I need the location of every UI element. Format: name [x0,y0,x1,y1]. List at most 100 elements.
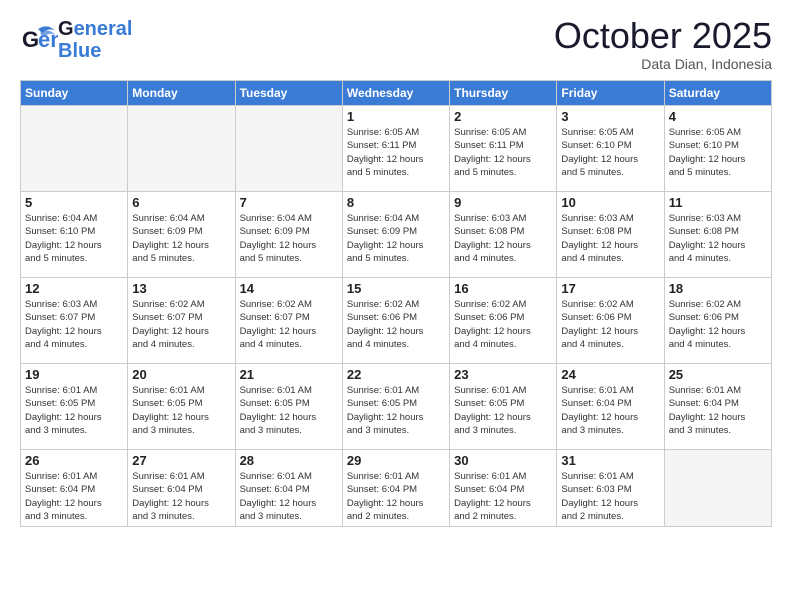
day-number: 22 [347,367,445,382]
table-row [21,106,128,192]
table-row: 4 Sunrise: 6:05 AM Sunset: 6:10 PM Daylig… [664,106,771,192]
calendar-table: Sunday Monday Tuesday Wednesday Thursday… [20,80,772,527]
month-title: October 2025 [554,18,772,54]
header-row: Sunday Monday Tuesday Wednesday Thursday… [21,81,772,106]
table-row: 31 Sunrise: 6:01 AM Sunset: 6:03 PM Dayli… [557,450,664,527]
table-row: 29 Sunrise: 6:01 AM Sunset: 6:04 PM Dayli… [342,450,449,527]
day-number: 1 [347,109,445,124]
col-wednesday: Wednesday [342,81,449,106]
day-number: 7 [240,195,338,210]
svg-text:eneral: eneral [38,27,58,52]
day-number: 31 [561,453,659,468]
day-info: Sunrise: 6:05 AM Sunset: 6:10 PM Dayligh… [561,126,659,179]
day-number: 26 [25,453,123,468]
day-info: Sunrise: 6:01 AM Sunset: 6:05 PM Dayligh… [347,384,445,437]
table-row: 27Sunrise: 6:01 AM Sunset: 6:04 PM Dayli… [128,450,235,527]
logo-icon: G eneral [20,21,58,59]
day-number: 14 [240,281,338,296]
table-row: 5 Sunrise: 6:04 AM Sunset: 6:10 PM Daylig… [21,192,128,278]
day-number: 4 [669,109,767,124]
day-number: 16 [454,281,552,296]
day-number: 12 [25,281,123,296]
day-info: Sunrise: 6:05 AM Sunset: 6:11 PM Dayligh… [454,126,552,179]
table-row: 15 Sunrise: 6:02 AM Sunset: 6:06 PM Dayli… [342,278,449,364]
day-info: Sunrise: 6:04 AM Sunset: 6:09 PM Dayligh… [347,212,445,265]
day-info: Sunrise: 6:01 AM Sunset: 6:03 PM Dayligh… [561,470,659,523]
table-row: 13 Sunrise: 6:02 AM Sunset: 6:07 PM Dayli… [128,278,235,364]
calendar-page: G eneral General Blue October 2025 Data … [0,0,792,612]
day-number: 25 [669,367,767,382]
day-info: Sunrise: 6:01 AM Sunset: 6:04 PM Dayligh… [132,470,230,523]
day-number: 23 [454,367,552,382]
table-row: 7Sunrise: 6:04 AM Sunset: 6:09 PM Daylig… [235,192,342,278]
day-number: 9 [454,195,552,210]
table-row: 28Sunrise: 6:01 AM Sunset: 6:04 PM Dayli… [235,450,342,527]
table-row: 16 Sunrise: 6:02 AM Sunset: 6:06 PM Dayli… [450,278,557,364]
day-number: 18 [669,281,767,296]
table-row: 3 Sunrise: 6:05 AM Sunset: 6:10 PM Daylig… [557,106,664,192]
table-row: 6 Sunrise: 6:04 AM Sunset: 6:09 PM Daylig… [128,192,235,278]
day-info: Sunrise: 6:02 AM Sunset: 6:06 PM Dayligh… [669,298,767,351]
table-row: 9 Sunrise: 6:03 AM Sunset: 6:08 PM Daylig… [450,192,557,278]
day-number: 6 [132,195,230,210]
table-row: 2 Sunrise: 6:05 AM Sunset: 6:11 PM Daylig… [450,106,557,192]
day-info: Sunrise: 6:02 AM Sunset: 6:06 PM Dayligh… [561,298,659,351]
table-row: 10 Sunrise: 6:03 AM Sunset: 6:08 PM Dayli… [557,192,664,278]
col-sunday: Sunday [21,81,128,106]
day-number: 29 [347,453,445,468]
day-number: 3 [561,109,659,124]
title-block: October 2025 Data Dian, Indonesia [554,18,772,72]
day-number: 28 [240,453,338,468]
day-number: 15 [347,281,445,296]
day-number: 24 [561,367,659,382]
day-info: Sunrise: 6:01 AM Sunset: 6:05 PM Dayligh… [454,384,552,437]
table-row: 24Sunrise: 6:01 AM Sunset: 6:04 PM Dayli… [557,364,664,450]
day-number: 10 [561,195,659,210]
table-row: 1 Sunrise: 6:05 AM Sunset: 6:11 PM Daylig… [342,106,449,192]
day-info: Sunrise: 6:01 AM Sunset: 6:05 PM Dayligh… [132,384,230,437]
col-friday: Friday [557,81,664,106]
day-info: Sunrise: 6:03 AM Sunset: 6:08 PM Dayligh… [669,212,767,265]
day-info: Sunrise: 6:04 AM Sunset: 6:10 PM Dayligh… [25,212,123,265]
day-info: Sunrise: 6:02 AM Sunset: 6:06 PM Dayligh… [347,298,445,351]
table-row [664,450,771,527]
calendar-body: 1 Sunrise: 6:05 AM Sunset: 6:11 PM Daylig… [21,106,772,527]
day-info: Sunrise: 6:01 AM Sunset: 6:05 PM Dayligh… [25,384,123,437]
day-info: Sunrise: 6:03 AM Sunset: 6:08 PM Dayligh… [454,212,552,265]
day-info: Sunrise: 6:02 AM Sunset: 6:07 PM Dayligh… [132,298,230,351]
col-tuesday: Tuesday [235,81,342,106]
day-number: 2 [454,109,552,124]
table-row [128,106,235,192]
header: G eneral General Blue October 2025 Data … [20,18,772,72]
table-row: 20 Sunrise: 6:01 AM Sunset: 6:05 PM Dayli… [128,364,235,450]
table-row [235,106,342,192]
svg-text:G: G [22,27,39,52]
col-thursday: Thursday [450,81,557,106]
day-number: 11 [669,195,767,210]
day-number: 5 [25,195,123,210]
table-row: 21Sunrise: 6:01 AM Sunset: 6:05 PM Dayli… [235,364,342,450]
table-row: 8Sunrise: 6:04 AM Sunset: 6:09 PM Daylig… [342,192,449,278]
location-subtitle: Data Dian, Indonesia [554,56,772,72]
logo-line1: General [58,18,133,40]
table-row: 19 Sunrise: 6:01 AM Sunset: 6:05 PM Dayli… [21,364,128,450]
day-info: Sunrise: 6:01 AM Sunset: 6:05 PM Dayligh… [240,384,338,437]
logo-line2: Blue [58,40,133,62]
table-row: 30Sunrise: 6:01 AM Sunset: 6:04 PM Dayli… [450,450,557,527]
col-saturday: Saturday [664,81,771,106]
day-number: 13 [132,281,230,296]
day-info: Sunrise: 6:03 AM Sunset: 6:08 PM Dayligh… [561,212,659,265]
day-info: Sunrise: 6:01 AM Sunset: 6:04 PM Dayligh… [347,470,445,523]
day-info: Sunrise: 6:01 AM Sunset: 6:04 PM Dayligh… [669,384,767,437]
day-number: 19 [25,367,123,382]
day-info: Sunrise: 6:01 AM Sunset: 6:04 PM Dayligh… [25,470,123,523]
day-info: Sunrise: 6:05 AM Sunset: 6:10 PM Dayligh… [669,126,767,179]
day-info: Sunrise: 6:05 AM Sunset: 6:11 PM Dayligh… [347,126,445,179]
day-info: Sunrise: 6:02 AM Sunset: 6:06 PM Dayligh… [454,298,552,351]
table-row: 17 Sunrise: 6:02 AM Sunset: 6:06 PM Dayli… [557,278,664,364]
day-info: Sunrise: 6:04 AM Sunset: 6:09 PM Dayligh… [132,212,230,265]
day-number: 20 [132,367,230,382]
table-row: 22 Sunrise: 6:01 AM Sunset: 6:05 PM Dayli… [342,364,449,450]
table-row: 11 Sunrise: 6:03 AM Sunset: 6:08 PM Dayli… [664,192,771,278]
day-number: 17 [561,281,659,296]
